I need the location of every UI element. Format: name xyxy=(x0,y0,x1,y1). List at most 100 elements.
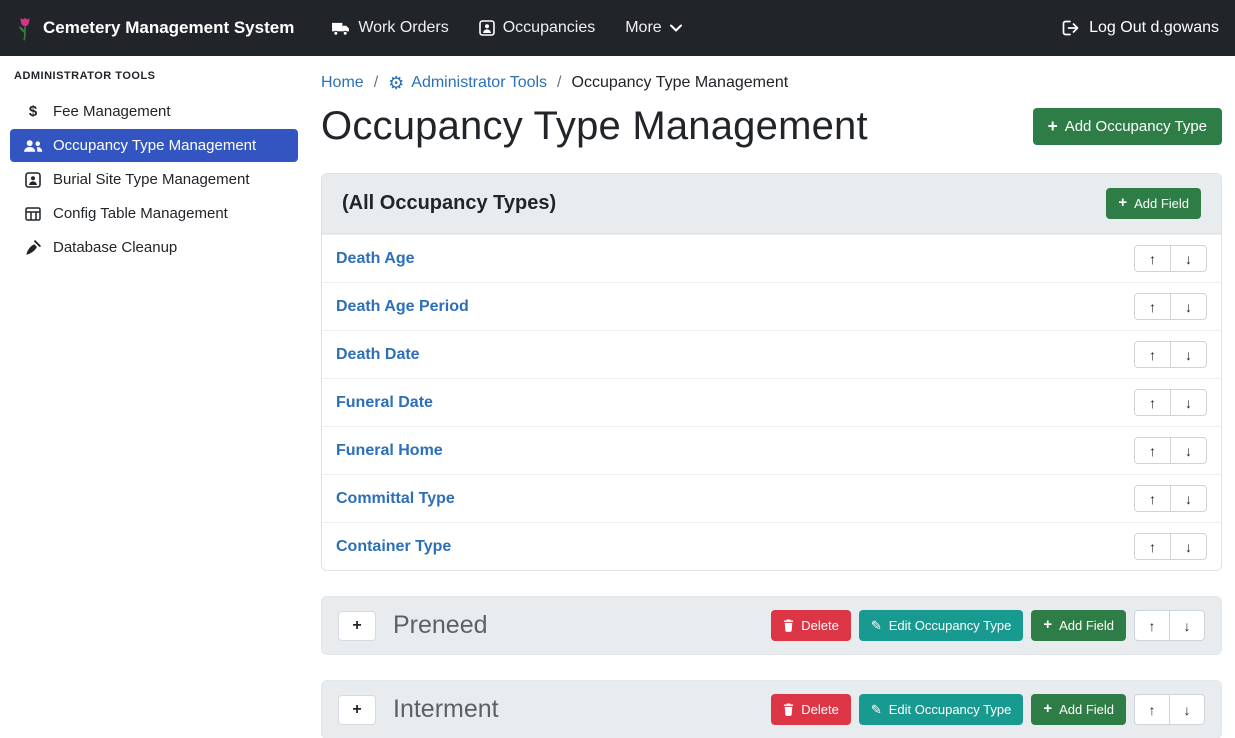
move-down-button[interactable]: ↓ xyxy=(1170,389,1207,416)
dollar-icon: $ xyxy=(22,103,44,120)
sidebar-item-database-cleanup[interactable]: Database Cleanup xyxy=(10,231,298,264)
field-link-committal-type[interactable]: Committal Type xyxy=(336,490,455,508)
add-field-button[interactable]: + Add Field xyxy=(1031,694,1126,725)
field-link-container-type[interactable]: Container Type xyxy=(336,538,451,556)
move-down-button[interactable]: ↓ xyxy=(1169,610,1205,641)
breadcrumb-home-link[interactable]: Home xyxy=(321,74,364,92)
logout-label: Log Out d.gowans xyxy=(1089,19,1219,37)
breadcrumb-admin-tools-label: Administrator Tools xyxy=(411,74,547,92)
add-field-button[interactable]: + Add Field xyxy=(1031,610,1126,641)
sidebar-item-occupancy-type-management[interactable]: Occupancy Type Management xyxy=(10,129,298,162)
field-link-death-date[interactable]: Death Date xyxy=(336,346,420,364)
move-up-button[interactable]: ↑ xyxy=(1134,245,1171,272)
reorder-group: ↑ ↓ xyxy=(1134,610,1205,641)
add-field-button[interactable]: + Add Field xyxy=(1106,188,1201,219)
all-occupancy-types-title: (All Occupancy Types) xyxy=(342,192,556,215)
move-up-button[interactable]: ↑ xyxy=(1134,485,1171,512)
person-frame-icon xyxy=(479,20,495,36)
field-row: Death Age Period ↑ ↓ xyxy=(322,282,1221,330)
logout-button[interactable]: Log Out d.gowans xyxy=(1062,19,1219,37)
nav-item-work-orders[interactable]: Work Orders xyxy=(316,11,463,45)
field-row: Funeral Home ↑ ↓ xyxy=(322,426,1221,474)
move-down-button[interactable]: ↓ xyxy=(1170,245,1207,272)
all-occupancy-types-card: (All Occupancy Types) + Add Field Death … xyxy=(321,173,1222,571)
page-title: Occupancy Type Management xyxy=(321,104,868,149)
field-link-funeral-date[interactable]: Funeral Date xyxy=(336,394,433,412)
move-up-button[interactable]: ↑ xyxy=(1134,533,1171,560)
move-down-button[interactable]: ↓ xyxy=(1170,341,1207,368)
move-up-button[interactable]: ↑ xyxy=(1134,694,1170,725)
move-down-button[interactable]: ↓ xyxy=(1169,694,1205,725)
broom-icon xyxy=(22,240,44,256)
sidebar-item-label: Fee Management xyxy=(53,103,171,120)
logout-icon xyxy=(1062,20,1080,36)
reorder-group: ↑ ↓ xyxy=(1134,437,1207,464)
occupancy-type-section-preneed: + Preneed Delete ✎ Edit Occupancy Type xyxy=(321,596,1222,655)
move-down-button[interactable]: ↓ xyxy=(1170,293,1207,320)
plus-icon: + xyxy=(1048,118,1058,135)
trash-icon xyxy=(783,703,794,716)
top-navbar: Cemetery Management System Work Orders xyxy=(0,0,1235,56)
gear-icon: ⚙ xyxy=(388,74,404,92)
add-occupancy-type-label: Add Occupancy Type xyxy=(1065,118,1207,135)
occupancy-type-section-interment: + Interment Delete ✎ Edit Occupancy Type xyxy=(321,680,1222,738)
delete-label: Delete xyxy=(801,702,839,717)
reorder-group: ↑ ↓ xyxy=(1134,694,1205,725)
breadcrumb: Home / ⚙ Administrator Tools / Occupancy… xyxy=(321,74,1222,92)
section-name: Interment xyxy=(393,695,499,724)
sidebar-item-label: Occupancy Type Management xyxy=(53,137,256,154)
app-title: Cemetery Management System xyxy=(43,18,294,38)
breadcrumb-admin-tools-link[interactable]: ⚙ Administrator Tools xyxy=(388,74,547,92)
sidebar-item-fee-management[interactable]: $ Fee Management xyxy=(10,95,298,128)
truck-icon xyxy=(331,21,350,36)
table-icon xyxy=(22,207,44,221)
move-up-button[interactable]: ↑ xyxy=(1134,437,1171,464)
nav-item-more[interactable]: More xyxy=(610,11,696,45)
reorder-group: ↑ ↓ xyxy=(1134,389,1207,416)
nav-item-label: More xyxy=(625,19,661,37)
move-down-button[interactable]: ↓ xyxy=(1170,533,1207,560)
breadcrumb-current: Occupancy Type Management xyxy=(572,74,789,92)
all-occupancy-types-header: (All Occupancy Types) + Add Field xyxy=(322,174,1221,234)
field-link-death-age-period[interactable]: Death Age Period xyxy=(336,298,469,316)
move-up-button[interactable]: ↑ xyxy=(1134,389,1171,416)
pencil-icon: ✎ xyxy=(871,619,882,632)
sidebar: Administrator Tools $ Fee Management Occ… xyxy=(0,56,308,738)
person-frame-icon xyxy=(22,172,44,188)
add-occupancy-type-button[interactable]: + Add Occupancy Type xyxy=(1033,108,1222,145)
sidebar-heading: Administrator Tools xyxy=(0,66,308,94)
add-field-label: Add Field xyxy=(1134,196,1189,211)
sidebar-item-label: Config Table Management xyxy=(53,205,228,222)
plus-icon: + xyxy=(1043,702,1052,717)
nav-item-label: Work Orders xyxy=(358,19,448,37)
plus-icon: + xyxy=(1043,618,1052,633)
delete-label: Delete xyxy=(801,618,839,633)
sidebar-item-config-table-management[interactable]: Config Table Management xyxy=(10,197,298,230)
delete-button[interactable]: Delete xyxy=(771,610,851,641)
section-actions: Delete ✎ Edit Occupancy Type + Add Field… xyxy=(771,694,1205,725)
field-row: Death Date ↑ ↓ xyxy=(322,330,1221,378)
sidebar-item-burial-site-type-management[interactable]: Burial Site Type Management xyxy=(10,163,298,196)
chevron-down-icon xyxy=(670,24,682,32)
users-icon xyxy=(22,139,44,153)
field-link-death-age[interactable]: Death Age xyxy=(336,250,415,268)
delete-button[interactable]: Delete xyxy=(771,694,851,725)
edit-occupancy-type-button[interactable]: ✎ Edit Occupancy Type xyxy=(859,610,1024,641)
app-brand[interactable]: Cemetery Management System xyxy=(16,15,294,42)
trash-icon xyxy=(783,619,794,632)
edit-occupancy-type-button[interactable]: ✎ Edit Occupancy Type xyxy=(859,694,1024,725)
move-up-button[interactable]: ↑ xyxy=(1134,341,1171,368)
main-nav: Work Orders Occupancies More xyxy=(316,11,696,45)
move-down-button[interactable]: ↓ xyxy=(1170,485,1207,512)
move-up-button[interactable]: ↑ xyxy=(1134,293,1171,320)
expand-section-button[interactable]: + xyxy=(338,695,376,725)
field-row: Funeral Date ↑ ↓ xyxy=(322,378,1221,426)
expand-section-button[interactable]: + xyxy=(338,611,376,641)
move-down-button[interactable]: ↓ xyxy=(1170,437,1207,464)
nav-item-occupancies[interactable]: Occupancies xyxy=(464,11,611,45)
move-up-button[interactable]: ↑ xyxy=(1134,610,1170,641)
field-link-funeral-home[interactable]: Funeral Home xyxy=(336,442,443,460)
breadcrumb-separator: / xyxy=(374,74,378,92)
reorder-group: ↑ ↓ xyxy=(1134,533,1207,560)
main-content: Home / ⚙ Administrator Tools / Occupancy… xyxy=(308,56,1235,738)
